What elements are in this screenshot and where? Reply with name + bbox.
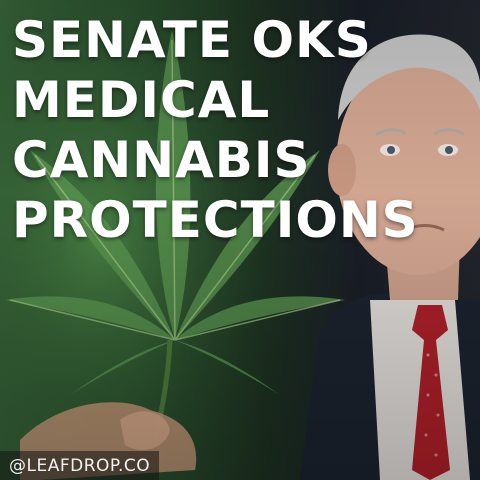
headline-line-1: SENATE OKS xyxy=(12,11,372,69)
social-handle: @LEAFDROP.CO xyxy=(0,451,160,480)
headline: SENATE OKS MEDICAL CANNABIS PROTECTIONS xyxy=(12,10,472,250)
social-post: SENATE OKS MEDICAL CANNABIS PROTECTIONS … xyxy=(0,0,480,480)
headline-line-3: CANNABIS xyxy=(12,131,311,189)
headline-line-2: MEDICAL xyxy=(12,71,271,129)
headline-line-4: PROTECTIONS xyxy=(12,191,419,249)
